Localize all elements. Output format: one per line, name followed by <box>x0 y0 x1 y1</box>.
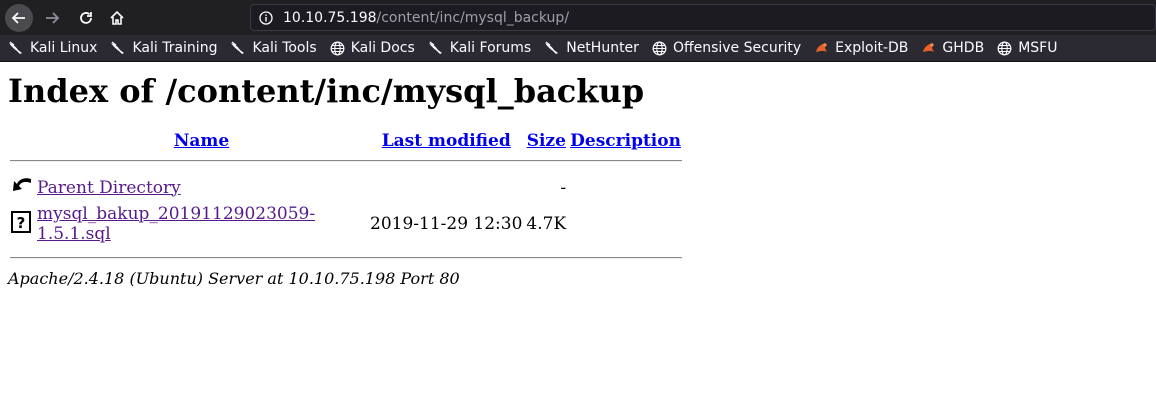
bookmark-label: Kali Tools <box>252 40 317 56</box>
back-button[interactable] <box>5 4 33 32</box>
row-description-cell <box>569 203 682 245</box>
sort-by-description-link[interactable]: Description <box>570 131 681 151</box>
forward-button[interactable] <box>38 4 66 32</box>
kali-dragon-icon <box>8 41 30 55</box>
bookmark-label: GHDB <box>942 40 985 56</box>
file-link[interactable]: mysql_bakup_20191129023059-1.5.1.sql <box>37 204 315 244</box>
sort-by-last-modified-link[interactable]: Last modified <box>382 131 511 151</box>
separator-row <box>10 154 682 172</box>
browser-toolbar: 10.10.75.198/content/inc/mysql_backup/ <box>0 0 1156 35</box>
globe-icon <box>330 41 351 56</box>
divider <box>10 257 682 259</box>
kali-dragon-icon <box>230 41 252 55</box>
url-path: /content/inc/mysql_backup/ <box>376 9 570 26</box>
bookmark-kali-training[interactable]: Kali Training <box>110 40 217 56</box>
unknown-file-icon: ? <box>11 210 31 238</box>
bookmark-offensive-security[interactable]: Offensive Security <box>652 40 801 56</box>
server-signature: Apache/2.4.18 (Ubuntu) Server at 10.10.7… <box>8 269 460 288</box>
info-icon[interactable] <box>259 10 273 25</box>
description-column-header: Description <box>569 130 682 152</box>
bookmark-kali-forums[interactable]: Kali Forums <box>428 40 531 56</box>
reload-button[interactable] <box>72 4 100 32</box>
row-name-cell: Parent Directory <box>36 174 367 201</box>
bookmark-nethunter[interactable]: NetHunter <box>544 40 639 56</box>
back-arrow-icon <box>11 175 33 200</box>
bookmark-kali-tools[interactable]: Kali Tools <box>230 40 317 56</box>
reload-icon <box>80 12 92 24</box>
address-bar[interactable]: 10.10.75.198/content/inc/mysql_backup/ <box>250 4 1156 31</box>
svg-text:?: ? <box>17 214 26 232</box>
kali-dragon-icon <box>110 41 132 55</box>
bookmark-kali-docs[interactable]: Kali Docs <box>330 40 415 56</box>
listing-table: Name Last modified Size Description Pare… <box>8 128 684 261</box>
row-modified-cell <box>369 174 523 201</box>
bookmark-label: Exploit-DB <box>835 40 909 56</box>
bookmark-ghdb[interactable]: GHDB <box>921 40 984 56</box>
exploit-db-icon <box>921 41 942 55</box>
globe-icon <box>652 41 673 56</box>
icon-column-header <box>10 130 34 152</box>
home-button[interactable] <box>103 4 131 32</box>
name-column-header: Name <box>36 130 367 152</box>
separator-row <box>10 247 682 259</box>
bookmarks-toolbar: Kali Linux Kali Training Kali Tools Kali Do… <box>0 35 1156 62</box>
table-row: Parent Directory - <box>10 174 682 201</box>
bookmark-label: Kali Forums <box>449 40 532 56</box>
bookmark-exploit-db[interactable]: Exploit-DB <box>814 40 908 56</box>
bookmark-label: Kali Linux <box>30 40 98 56</box>
sort-by-name-link[interactable]: Name <box>174 131 229 151</box>
row-icon-cell: ? <box>10 203 34 245</box>
bookmark-kali-linux[interactable]: Kali Linux <box>8 40 97 56</box>
bookmark-label: Offensive Security <box>672 40 802 56</box>
bookmark-label: Kali Docs <box>350 40 415 56</box>
page-title: Index of /content/inc/mysql_backup <box>8 72 645 110</box>
bookmark-label: NetHunter <box>566 40 639 56</box>
size-column-header: Size <box>525 130 567 152</box>
back-arrow-icon <box>11 12 25 24</box>
row-size-cell: - <box>560 177 567 198</box>
row-name-cell: mysql_bakup_20191129023059-1.5.1.sql <box>36 203 367 245</box>
divider <box>10 160 682 162</box>
table-header-row: Name Last modified Size Description <box>10 130 682 152</box>
directory-listing-page: Index of /content/inc/mysql_backup Name … <box>0 62 1156 288</box>
parent-directory-link[interactable]: Parent Directory <box>37 178 181 198</box>
forward-arrow-icon <box>46 12 60 24</box>
url-host: 10.10.75.198 <box>283 9 377 26</box>
sort-by-size-link[interactable]: Size <box>527 131 566 151</box>
bookmark-label: MSFU <box>1018 40 1058 56</box>
home-icon <box>110 10 124 25</box>
bookmark-msfu[interactable]: MSFU <box>997 40 1057 56</box>
row-description-cell <box>569 174 682 201</box>
row-modified-cell: 2019-11-29 12:30 <box>370 214 523 234</box>
kali-dragon-icon <box>428 41 450 55</box>
kali-dragon-icon <box>544 41 566 55</box>
bookmark-label: Kali Training <box>132 40 218 56</box>
table-row: ? mysql_bakup_20191129023059-1.5.1.sql 2… <box>10 203 682 245</box>
globe-icon <box>997 41 1018 56</box>
row-icon-cell <box>10 174 34 201</box>
last-modified-column-header: Last modified <box>369 130 523 152</box>
exploit-db-icon <box>814 41 835 55</box>
row-size-cell: 4.7K <box>526 214 567 234</box>
